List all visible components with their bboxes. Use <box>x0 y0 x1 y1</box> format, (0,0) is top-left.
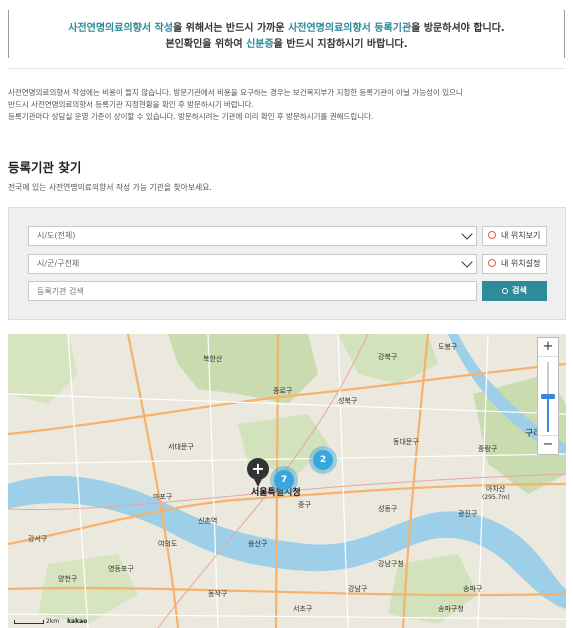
map-label-gangnamgu-office: 강남구청 <box>378 560 404 568</box>
map-label-jungnang: 중랑구 <box>478 445 498 453</box>
my-location-view-button[interactable]: 내 위치보기 <box>482 226 547 246</box>
my-location-set-label: 내 위치설정 <box>501 259 541 268</box>
map-label-dobong: 도봉구 <box>438 343 458 351</box>
map-label-seongdong: 성동구 <box>378 505 398 513</box>
divider <box>8 68 565 69</box>
section-title: 등록기관 찾기 <box>8 160 82 175</box>
map-cluster[interactable]: 7 <box>270 466 298 494</box>
map-label-seongbuk: 성북구 <box>338 397 358 405</box>
notice-text: 본인확인을 위하여 <box>165 39 247 50</box>
notice-box: 사전연명의료의향서 작성을 위해서는 반드시 가까운 사전연명의료의향서 등록기… <box>8 10 565 58</box>
sido-select[interactable]: 시/도(전체) <box>28 226 477 246</box>
my-location-set-button[interactable]: 내 위치설정 <box>482 254 547 274</box>
institution-search-input[interactable] <box>28 281 477 301</box>
map-label-achasan: 아차산 <box>486 485 506 493</box>
map-label-songpa-market: 송파구청 <box>438 605 464 613</box>
map-label-seodaemun: 서대문구 <box>168 443 194 451</box>
map-label-bukhansan: 북한산 <box>203 355 223 363</box>
chevron-down-icon <box>461 228 473 240</box>
map-cluster-count: 7 <box>274 470 294 490</box>
map-label-yongsan: 용산구 <box>248 540 268 548</box>
map-label-gangseo: 강서구 <box>28 535 48 543</box>
notice-highlight: 신분증 <box>246 39 274 50</box>
map-label-gangnam: 강남구 <box>348 585 368 593</box>
map-label-yeouido: 여의도 <box>158 540 178 548</box>
map-label-seocho: 서초구 <box>293 605 313 613</box>
location-target-icon <box>488 259 496 267</box>
map-label-yeongdeungpo: 영등포구 <box>108 565 134 573</box>
zoom-out-button[interactable]: − <box>538 435 558 454</box>
notice-line-1: 사전연명의료의향서 작성을 위해서는 반드시 가까운 사전연명의료의향서 등록기… <box>8 19 565 34</box>
chevron-down-icon <box>461 256 473 268</box>
my-location-view-label: 내 위치보기 <box>501 231 541 240</box>
map-label-gangbuk: 강북구 <box>378 353 398 361</box>
map-cluster[interactable]: 2 <box>309 446 337 474</box>
map-label-sinchon: 신촌역 <box>198 517 218 525</box>
notice-text: 을 반드시 지참하시기 바랍니다. <box>273 39 408 50</box>
sigungu-select[interactable]: 시/군/구전체 <box>28 254 477 274</box>
map-label-achasan-height: (295.7m) <box>482 494 510 501</box>
notice-line-2: 본인확인을 위하여 신분증을 반드시 지참하시기 바랍니다. <box>8 35 565 50</box>
sigungu-select-value: 시/군/구전체 <box>37 259 80 268</box>
map-zoom-control: + − <box>537 337 559 455</box>
map-label-mapo: 마포구 <box>153 493 173 501</box>
notice-text: 을 위해서는 반드시 가까운 <box>172 23 289 34</box>
section-subtitle: 전국에 있는 사전연명의료의향서 작성 가능 기관을 찾아보세요. <box>8 183 212 192</box>
notice-text: 을 방문하셔야 합니다. <box>411 23 505 34</box>
search-icon <box>502 288 509 294</box>
kakao-logo: kakao <box>67 618 88 625</box>
map-label-jongno: 종로구 <box>273 387 293 395</box>
map-label-yangcheon: 양천구 <box>58 575 78 583</box>
info-line-2: 반드시 사전연명의료의향서 등록기관 지정현황을 확인 후 방문하시기 바랍니다… <box>8 100 254 109</box>
search-button[interactable]: 검색 <box>482 281 547 301</box>
notice-highlight: 사전연명의료의향서 작성 <box>68 23 173 34</box>
zoom-slider-fill <box>547 396 549 432</box>
search-button-label: 검색 <box>512 286 527 295</box>
map-label-songpa: 송파구 <box>463 585 483 593</box>
map-label-junggu: 중구 <box>298 501 311 509</box>
info-line-3: 등록기관마다 상담실 운영 기준이 상이할 수 있습니다. 방문하시려는 기관에… <box>8 112 374 121</box>
notice-highlight: 사전연명의료의향서 등록기관 <box>288 23 412 34</box>
info-line-1: 사전연명의료의향서 작성에는 비용이 들지 않습니다. 방문기관에서 비용을 요… <box>8 88 463 97</box>
map-cluster-count: 2 <box>313 450 333 470</box>
sido-select-value: 시/도(전체) <box>37 231 76 240</box>
map-pin-tail <box>253 477 263 487</box>
map-label-gwangjin: 광진구 <box>458 510 478 518</box>
location-target-icon <box>488 231 496 239</box>
map-scale: 2km kakao <box>14 618 87 625</box>
zoom-in-button[interactable]: + <box>538 338 558 357</box>
map-label-dongdaemun: 동대문구 <box>393 438 419 446</box>
zoom-slider-handle[interactable] <box>541 394 555 399</box>
map-label-dongjak: 동작구 <box>208 590 228 598</box>
scale-label: 2km <box>46 618 60 625</box>
scale-bar <box>14 619 44 624</box>
